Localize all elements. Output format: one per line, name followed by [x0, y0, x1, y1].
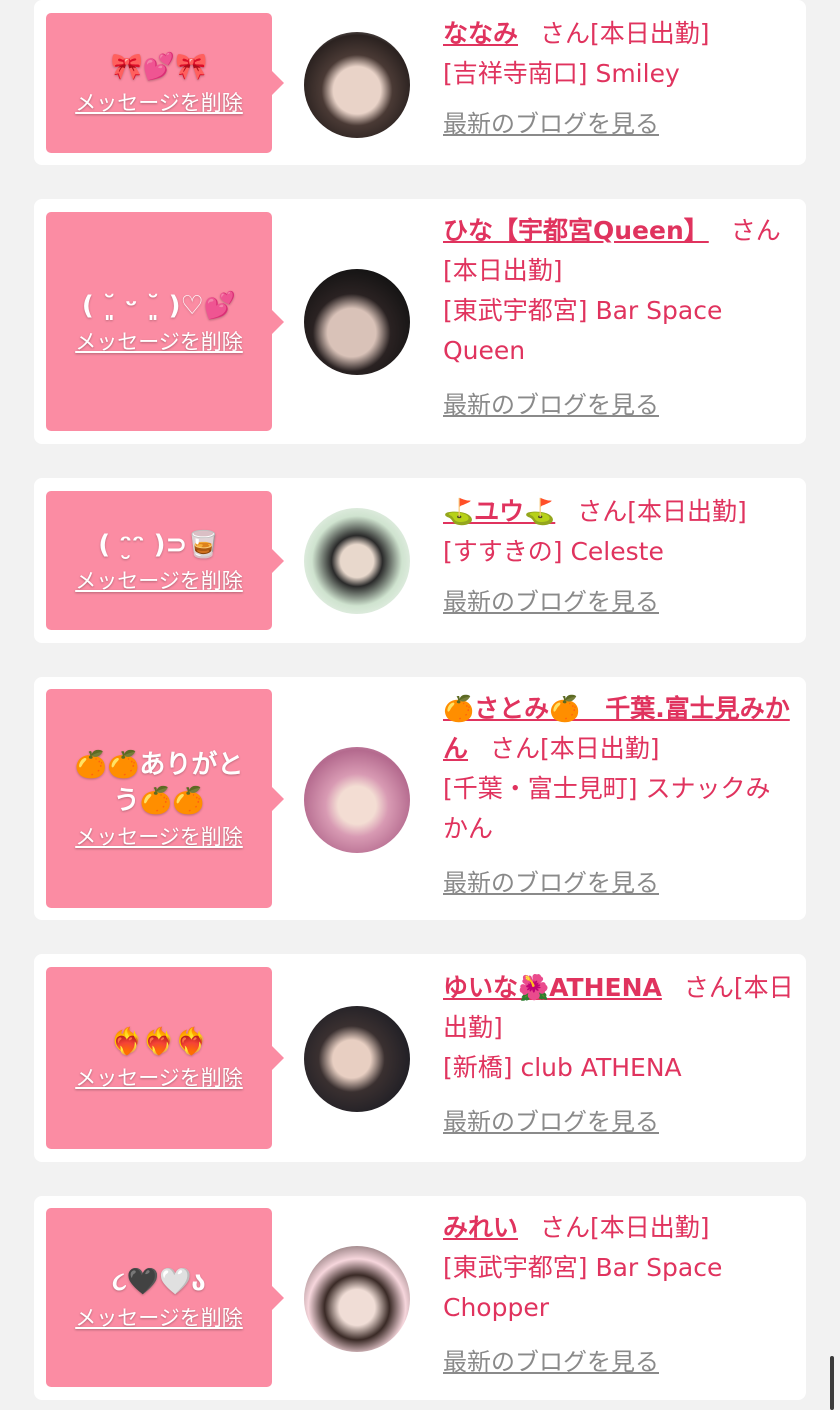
honorific: さん [490, 734, 541, 763]
message-card: ૮🖤🤍ა メッセージを削除 みれい さん[本日出勤] [東武宇都宮] Bar Sp… [34, 1196, 806, 1400]
shop-text: [新橋] club ATHENA [443, 1053, 682, 1082]
profile-info: ひな【宇都宮Queen】 さん [本日出勤] [東武宇都宮] Bar Space … [443, 211, 794, 425]
profile-name-link[interactable]: ⛳ユウ⛳ [443, 497, 555, 526]
status-text: [本日出勤] [627, 497, 747, 526]
status-text: [本日出勤] [443, 256, 563, 285]
honorific: さん [577, 497, 628, 526]
message-bubble: ( ˘͈ ᵕ ˘͈ )♡💕 メッセージを削除 [46, 212, 284, 431]
message-bubble: 🎀💕🎀 メッセージを削除 [46, 13, 284, 153]
honorific: さん [730, 216, 781, 245]
delete-message-link[interactable]: メッセージを削除 [75, 87, 243, 117]
message-text: ( ᵔ̮ᵔ )⊃🥃 [98, 529, 220, 560]
profile-info: ⛳ユウ⛳ さん[本日出勤] [すすきの] Celeste 最新のブログを見る [443, 492, 794, 622]
message-text: ❤️‍🔥❤️‍🔥❤️‍🔥 [110, 1027, 208, 1057]
shop-text: [千葉・富士見町] スナックみかん [443, 774, 771, 843]
latest-blog-link[interactable]: 最新のブログを見る [443, 582, 794, 622]
message-card: ( ᵔ̮ᵔ )⊃🥃 メッセージを削除 ⛳ユウ⛳ さん[本日出勤] [すすきの] C… [34, 478, 806, 643]
delete-message-link[interactable]: メッセージを削除 [75, 1062, 243, 1092]
message-bubble: ૮🖤🤍ა メッセージを削除 [46, 1208, 284, 1387]
message-card: 🍊🍊ありがとう🍊🍊 メッセージを削除 🍊さとみ🍊 千葉.富士見みかん さん[本日出… [34, 677, 806, 920]
profile-name-link[interactable]: ななみ [443, 19, 518, 48]
profile-info: ななみ さん[本日出勤] [吉祥寺南口] Smiley 最新のブログを見る [443, 14, 794, 144]
avatar[interactable] [304, 1006, 410, 1112]
message-bubble: ❤️‍🔥❤️‍🔥❤️‍🔥 メッセージを削除 [46, 967, 284, 1149]
message-text: 🍊🍊ありがとう🍊🍊 [74, 749, 244, 816]
shop-text: [吉祥寺南口] Smiley [443, 59, 680, 88]
scrollbar[interactable] [830, 1356, 834, 1410]
status-text: [本日出勤] [540, 734, 660, 763]
message-text: ૮🖤🤍ა [112, 1266, 206, 1297]
message-card: 🎀💕🎀 メッセージを削除 ななみ さん[本日出勤] [吉祥寺南口] Smiley … [34, 0, 806, 165]
delete-message-link[interactable]: メッセージを削除 [75, 565, 243, 595]
message-bubble: 🍊🍊ありがとう🍊🍊 メッセージを削除 [46, 689, 284, 908]
shop-text: [東武宇都宮] Bar Space Chopper [443, 1253, 723, 1322]
profile-info: ゆいな🌺ATHENA さん[本日出勤] [新橋] club ATHENA 最新のブ… [443, 968, 794, 1142]
delete-message-link[interactable]: メッセージを削除 [75, 326, 243, 356]
avatar[interactable] [304, 747, 410, 853]
delete-message-link[interactable]: メッセージを削除 [75, 1302, 243, 1332]
message-text: ( ˘͈ ᵕ ˘͈ )♡💕 [81, 290, 237, 321]
shop-text: [東武宇都宮] Bar Space Queen [443, 296, 723, 365]
honorific: さん [540, 19, 591, 48]
latest-blog-link[interactable]: 最新のブログを見る [443, 863, 794, 903]
message-text: 🎀💕🎀 [110, 52, 208, 82]
profile-name-link[interactable]: ひな【宇都宮Queen】 [443, 216, 709, 245]
latest-blog-link[interactable]: 最新のブログを見る [443, 385, 794, 425]
message-bubble: ( ᵔ̮ᵔ )⊃🥃 メッセージを削除 [46, 491, 284, 630]
profile-name-link[interactable]: みれい [443, 1213, 518, 1242]
avatar[interactable] [304, 508, 410, 614]
avatar[interactable] [304, 32, 410, 138]
status-text: [本日出勤] [590, 1213, 710, 1242]
profile-info: 🍊さとみ🍊 千葉.富士見みかん さん[本日出勤] [千葉・富士見町] スナックみか… [443, 689, 794, 903]
avatar[interactable] [304, 269, 410, 375]
avatar[interactable] [304, 1246, 410, 1352]
message-card: ( ˘͈ ᵕ ˘͈ )♡💕 メッセージを削除 ひな【宇都宮Queen】 さん [本… [34, 199, 806, 444]
latest-blog-link[interactable]: 最新のブログを見る [443, 1102, 794, 1142]
honorific: さん [683, 973, 734, 1002]
honorific: さん [540, 1213, 591, 1242]
latest-blog-link[interactable]: 最新のブログを見る [443, 1342, 794, 1382]
status-text: [本日出勤] [590, 19, 710, 48]
delete-message-link[interactable]: メッセージを削除 [75, 821, 243, 851]
profile-info: みれい さん[本日出勤] [東武宇都宮] Bar Space Chopper 最新… [443, 1208, 794, 1382]
message-card: ❤️‍🔥❤️‍🔥❤️‍🔥 メッセージを削除 ゆいな🌺ATHENA さん[本日出勤]… [34, 954, 806, 1162]
profile-name-link[interactable]: ゆいな🌺ATHENA [443, 973, 662, 1002]
shop-text: [すすきの] Celeste [443, 537, 664, 566]
latest-blog-link[interactable]: 最新のブログを見る [443, 104, 794, 144]
